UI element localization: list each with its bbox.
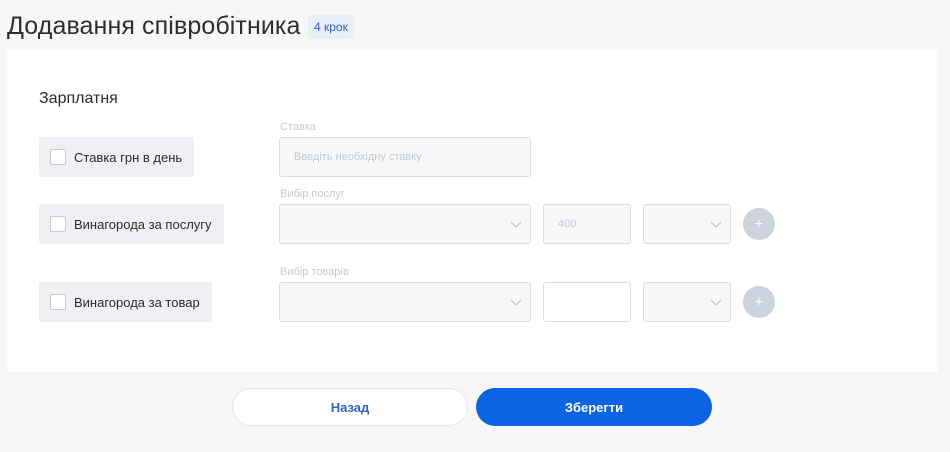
plus-icon: + xyxy=(754,215,764,231)
checkbox-square[interactable] xyxy=(50,216,66,232)
rate-checkbox-label: Ставка грн в день xyxy=(74,149,183,165)
back-button[interactable]: Назад xyxy=(232,388,468,426)
product-reward-checkbox-label: Винагорода за товар xyxy=(74,294,200,310)
chevron-down-icon xyxy=(510,221,522,228)
rate-input[interactable] xyxy=(294,151,530,163)
service-reward-checkbox-label: Винагорода за послугу xyxy=(74,216,212,232)
plus-icon: + xyxy=(754,293,764,309)
add-product-button[interactable]: + xyxy=(743,286,775,318)
product-reward-checkbox[interactable]: Винагорода за товар xyxy=(39,282,212,322)
chevron-down-icon xyxy=(510,299,522,306)
page-title: Додавання співробітника xyxy=(7,12,301,40)
rate-input-wrapper[interactable] xyxy=(279,137,531,177)
service-reward-checkbox[interactable]: Винагорода за послугу xyxy=(39,204,224,244)
salary-card: Зарплатня Ставка грн в день Ставка Винаг… xyxy=(7,50,938,372)
checkbox-square[interactable] xyxy=(50,294,66,310)
product-select[interactable] xyxy=(279,282,531,322)
product-unit-select[interactable] xyxy=(643,282,731,322)
chevron-down-icon xyxy=(710,221,722,228)
rate-field-label: Ставка xyxy=(280,121,316,133)
service-amount-input[interactable]: 400 xyxy=(543,204,631,244)
chevron-down-icon xyxy=(710,299,722,306)
add-service-button[interactable]: + xyxy=(743,208,775,240)
product-field-label: Вибір товарів xyxy=(280,266,349,278)
service-select[interactable] xyxy=(279,204,531,244)
rate-checkbox[interactable]: Ставка грн в день xyxy=(39,137,195,177)
service-amount-value: 400 xyxy=(558,218,577,230)
section-title: Зарплатня xyxy=(39,90,118,107)
service-field-label: Вибір послуг xyxy=(280,188,345,200)
service-unit-select[interactable] xyxy=(643,204,731,244)
step-badge: 4 крок xyxy=(308,15,354,39)
save-button[interactable]: Зберегти xyxy=(476,388,712,426)
product-amount-input[interactable] xyxy=(543,282,631,322)
checkbox-square[interactable] xyxy=(50,149,66,165)
